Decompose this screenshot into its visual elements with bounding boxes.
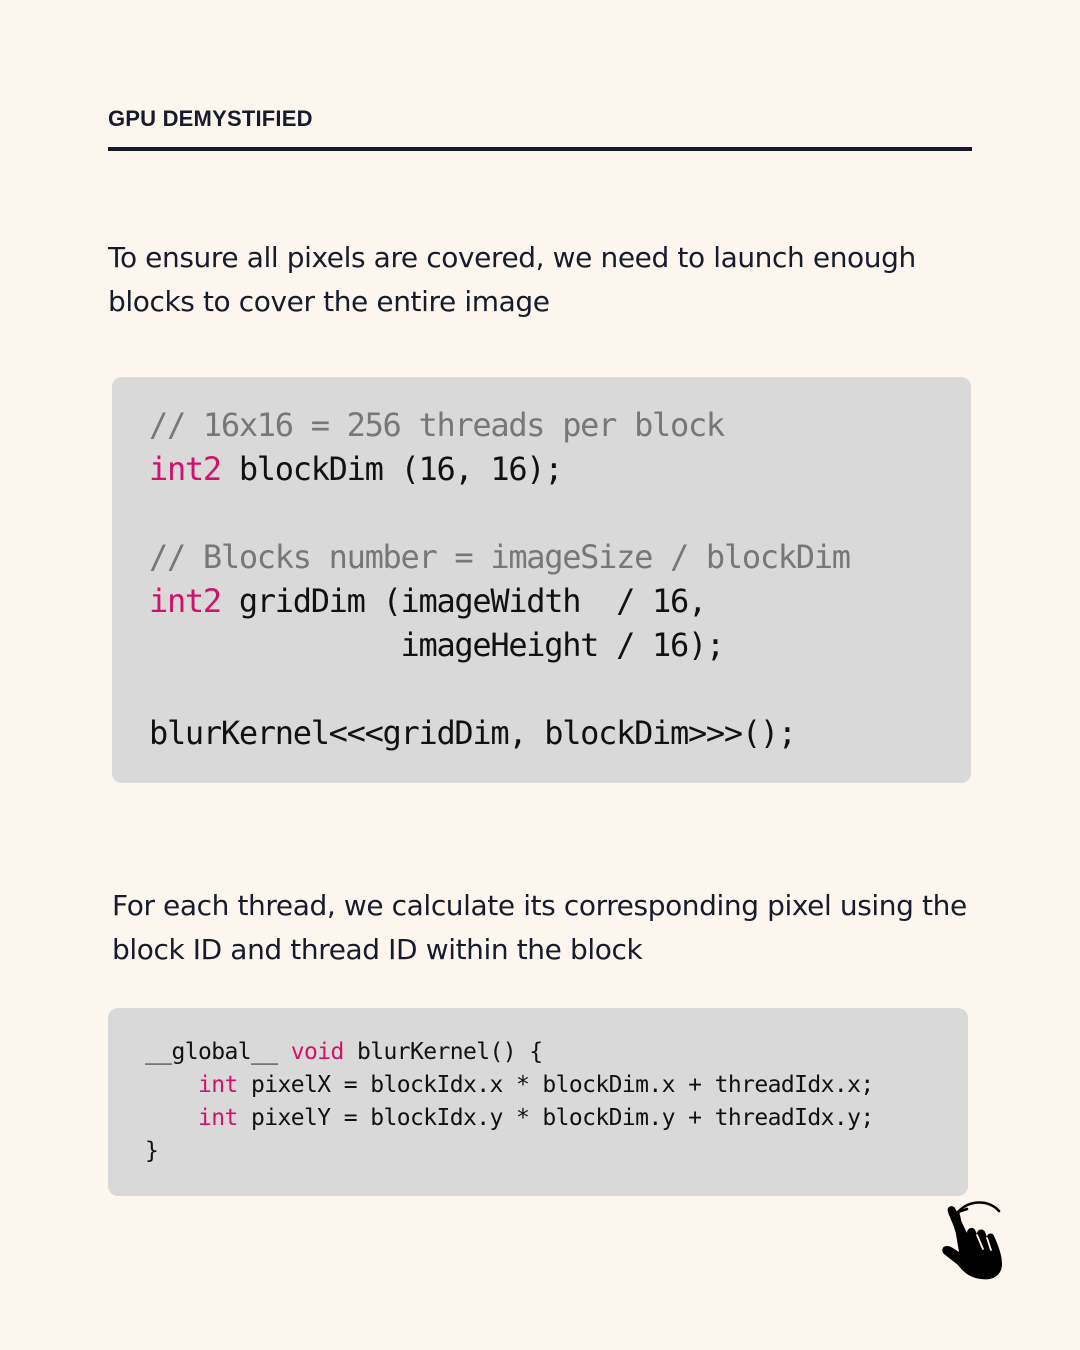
code-line: __global__ void blurKernel() { [145, 1036, 968, 1069]
code-keyword: int2 [149, 582, 222, 620]
code-line: // Blocks number = imageSize / blockDim [149, 535, 971, 579]
code-line: int pixelY = blockIdx.y * blockDim.y + t… [145, 1102, 968, 1135]
launch-code-block: // 16x16 = 256 threads per block int2 blo… [112, 377, 971, 783]
explanation-paragraph: For each thread, we calculate its corres… [112, 889, 967, 966]
code-comment: // 16x16 = 256 threads per block [149, 406, 725, 444]
code-token: imageHeight / 16); [149, 626, 726, 664]
code-token: __global__ [145, 1039, 291, 1065]
code-line: blurKernel<<<gridDim, blockDim>>>(); [149, 711, 971, 755]
code-line: int2 gridDim (imageWidth / 16, [149, 579, 971, 623]
code-token: gridDim (imageWidth / 16, [220, 582, 707, 620]
code-token: blurKernel() { [343, 1039, 543, 1065]
code-token: blurKernel<<<gridDim, blockDim>>>(); [149, 714, 797, 752]
header-divider [108, 147, 972, 151]
code-line: imageHeight / 16); [149, 623, 971, 667]
code-keyword: void [290, 1039, 345, 1065]
code-token: blockDim (16, 16); [220, 450, 564, 488]
code-token: pixelX = blockIdx.x * blockDim.x + threa… [237, 1072, 874, 1098]
swipe-hand-icon[interactable] [936, 1198, 1008, 1284]
code-token: } [145, 1138, 159, 1164]
code-line: } [145, 1135, 968, 1168]
code-keyword: int2 [149, 450, 222, 488]
code-line: int2 blockDim (16, 16); [149, 447, 971, 491]
code-keyword: int [198, 1105, 238, 1131]
code-keyword: int [198, 1072, 238, 1098]
code-comment: // Blocks number = imageSize / blockDim [149, 538, 851, 576]
code-token: pixelY = blockIdx.y * blockDim.y + threa… [237, 1105, 874, 1131]
page-title: GPU DEMYSTIFIED [108, 106, 313, 131]
code-line: // 16x16 = 256 threads per block [149, 403, 971, 447]
kernel-code-block: __global__ void blurKernel() { int pixel… [108, 1008, 968, 1196]
code-line: int pixelX = blockIdx.x * blockDim.x + t… [145, 1069, 968, 1102]
intro-paragraph: To ensure all pixels are covered, we nee… [108, 241, 916, 318]
